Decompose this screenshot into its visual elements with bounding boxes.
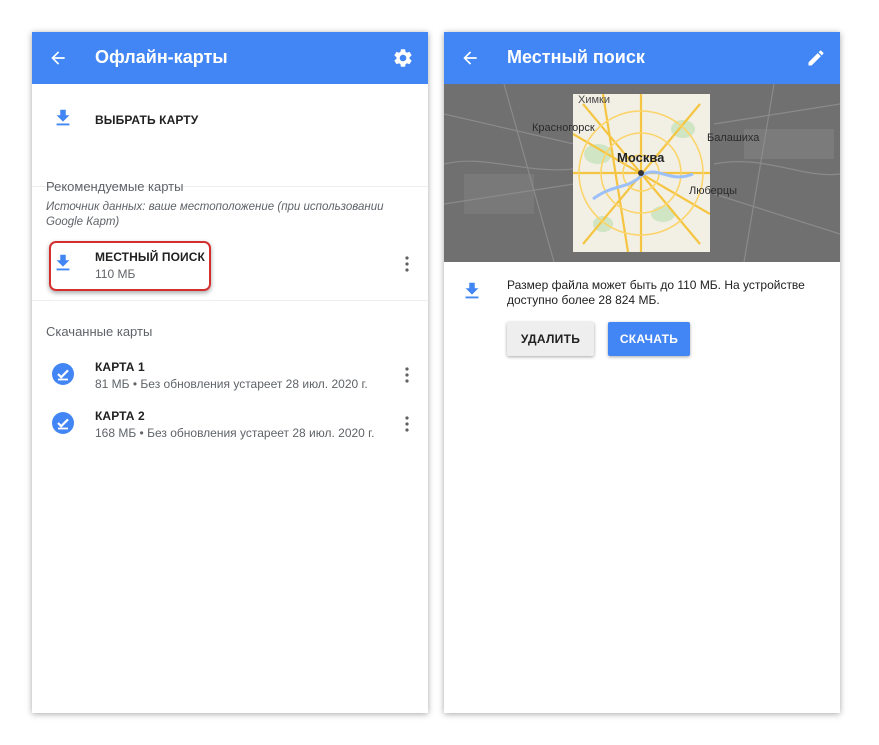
delete-button[interactable]: УДАЛИТЬ	[507, 322, 594, 356]
app-bar: Офлайн-карты	[32, 32, 428, 84]
download-icon	[56, 109, 70, 126]
downloaded-header: Скачанные карты	[46, 324, 153, 339]
choose-map-label: ВЫБРАТЬ КАРТУ	[95, 113, 199, 127]
pencil-icon[interactable]	[806, 48, 826, 68]
arrow-back-icon[interactable]	[460, 48, 480, 68]
gear-icon[interactable]	[392, 47, 414, 69]
map-roads	[573, 94, 710, 252]
page-title: Офлайн-карты	[95, 47, 228, 67]
page-title: Местный поиск	[507, 47, 645, 67]
map-label: Красногорск	[532, 122, 595, 134]
divider	[32, 300, 428, 301]
check-circle-icon	[52, 412, 74, 434]
offline-maps-screen: Офлайн-карты ВЫБРАТЬ КАРТУ Рекомендуемые…	[32, 32, 428, 713]
more-vert-icon[interactable]	[405, 416, 409, 432]
map-label: Люберцы	[689, 185, 738, 197]
item-details: 81 МБ • Без обновления устареет 28 июл. …	[95, 377, 368, 391]
download-icon	[465, 282, 479, 299]
app-bar: Местный поиск	[444, 32, 840, 84]
map-label: Москва	[617, 150, 665, 165]
map-preview[interactable]: Химки Красногорск Москва Балашиха Люберц…	[444, 84, 840, 262]
item-details: 168 МБ • Без обновления устареет 28 июл.…	[95, 426, 375, 440]
more-vert-icon[interactable]	[405, 367, 409, 383]
recommended-header: Рекомендуемые карты	[46, 179, 184, 194]
download-button[interactable]: СКАЧАТЬ	[608, 322, 690, 356]
map-label: Балашиха	[707, 132, 760, 144]
more-vert-icon[interactable]	[405, 256, 409, 272]
item-name: КАРТА 1	[95, 360, 145, 374]
item-name: КАРТА 2	[95, 409, 145, 423]
check-circle-icon	[52, 363, 74, 385]
download-icon	[56, 254, 70, 271]
file-size-info: Размер файла может быть до 110 МБ. На ус…	[507, 278, 805, 307]
selected-area	[573, 94, 710, 252]
arrow-back-icon[interactable]	[48, 48, 68, 68]
choose-map-row[interactable]: ВЫБРАТЬ КАРТУ	[32, 84, 428, 187]
item-size: 110 МБ	[95, 267, 136, 281]
local-search-screen: Местный поиск Химки Красногорск Москва Б…	[444, 32, 840, 713]
data-source-note: Источник данных: ваше местоположение (пр…	[46, 201, 384, 228]
item-name: МЕСТНЫЙ ПОИСК	[95, 250, 205, 264]
map-label: Химки	[578, 94, 611, 106]
